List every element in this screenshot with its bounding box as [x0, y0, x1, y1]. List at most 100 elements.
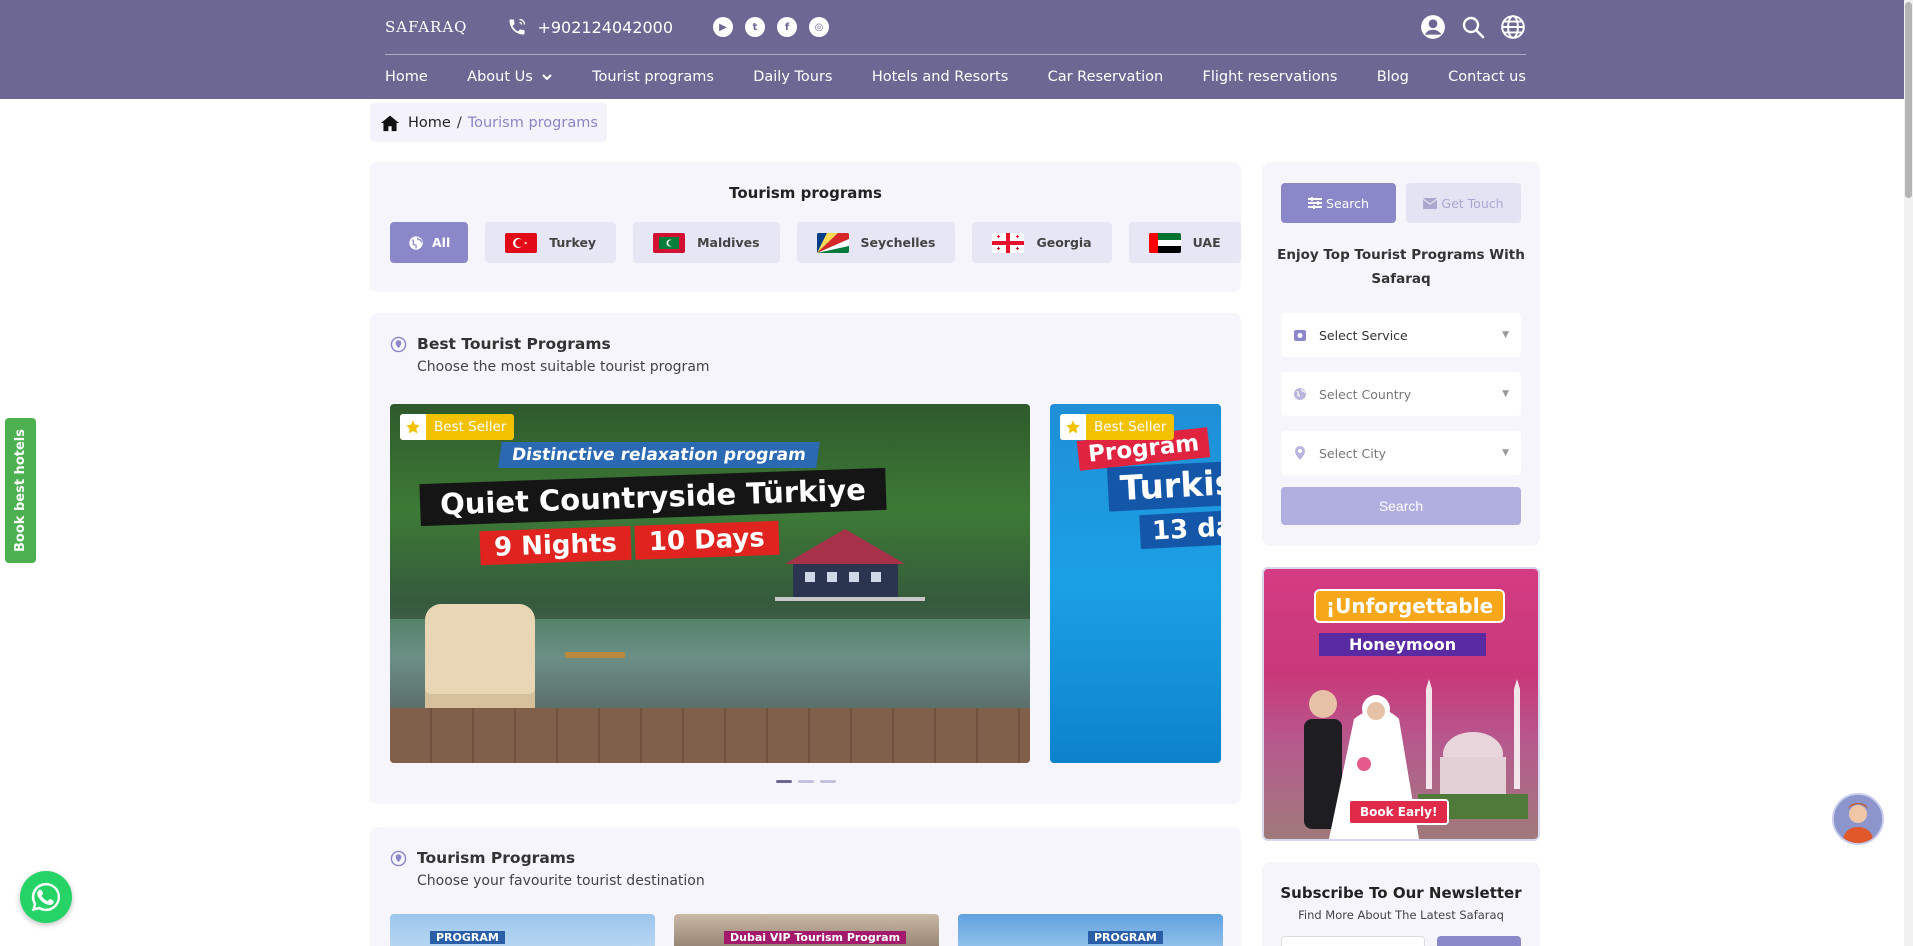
section-subtitle: Choose your favourite tourist destinatio…	[417, 873, 705, 889]
tab-label: Get Touch	[1441, 195, 1504, 211]
card-days: 10 Days	[634, 520, 780, 560]
thumb-label: PROGRAM	[430, 931, 505, 944]
filter-tab-label: Georgia	[1036, 235, 1092, 250]
card-ribbon-title: Quiet Countryside Türkiye	[419, 467, 887, 527]
whatsapp-button[interactable]	[20, 871, 72, 923]
youtube-icon[interactable]: ▶	[713, 17, 734, 37]
filter-tab-label: All	[432, 235, 451, 250]
nav-car-reservation[interactable]: Car Reservation	[1048, 69, 1164, 85]
caret-down-icon: ▼	[1502, 330, 1509, 340]
filter-tab-turkey[interactable]: Turkey	[485, 222, 617, 263]
nav-label: Blog	[1376, 68, 1409, 85]
select-service-dropdown[interactable]: Select Service ▼	[1281, 313, 1521, 357]
page-scrollbar[interactable]	[1904, 0, 1913, 946]
side-tab-label: Book best hotels	[13, 429, 28, 552]
nav-about-us[interactable]: About Us	[467, 69, 553, 85]
turkey-flag-icon	[505, 232, 538, 253]
star-icon	[400, 414, 426, 440]
newsletter-email-input[interactable]	[1281, 936, 1425, 946]
nav-tourist-programs[interactable]: Tourist programs	[592, 69, 714, 85]
nav-home[interactable]: Home	[385, 69, 428, 85]
newsletter-submit-button[interactable]	[1437, 936, 1521, 946]
honeymoon-promo-banner[interactable]: ¡Unforgettable Honeymoon Book Early!	[1262, 567, 1540, 841]
destination-card[interactable]: PROGRAM	[390, 914, 655, 946]
phone-link[interactable]: +902124042000	[507, 17, 673, 37]
mosque-image	[1418, 679, 1528, 819]
filter-tab-georgia[interactable]: Georgia	[972, 222, 1112, 263]
select-label: Select City	[1319, 445, 1387, 461]
destination-card[interactable]: Dubai VIP Tourism Program	[674, 914, 939, 946]
nav-label: Hotels and Resorts	[871, 68, 1009, 85]
scrollbar-thumb[interactable]	[1905, 2, 1912, 198]
envelope-icon	[1423, 197, 1438, 209]
nav-label: Contact us	[1448, 68, 1526, 85]
facebook-icon[interactable]: f	[777, 17, 798, 37]
tab-label: Search	[1326, 195, 1369, 211]
nav-contact-us[interactable]: Contact us	[1448, 69, 1526, 85]
select-label: Select Country	[1319, 386, 1412, 402]
carousel-pagination	[370, 780, 1241, 783]
filter-tab-label: Turkey	[549, 235, 597, 250]
home-icon	[381, 115, 399, 131]
nav-hotels[interactable]: Hotels and Resorts	[872, 69, 1008, 85]
section-title: Tourism Programs	[390, 849, 705, 867]
twitter-icon[interactable]: t	[745, 17, 766, 37]
select-country-dropdown[interactable]: Select Country ▼	[1281, 372, 1521, 416]
filter-tab-uae[interactable]: UAE	[1128, 222, 1241, 263]
card-ribbon-days: 13 day	[1139, 508, 1221, 550]
breadcrumb-separator: /	[456, 114, 462, 131]
filter-tab-all[interactable]: All	[390, 222, 469, 263]
armchair-image	[425, 604, 535, 714]
instagram-icon[interactable]: ◎	[809, 17, 830, 37]
chevron-down-icon	[542, 73, 552, 80]
tab-get-touch[interactable]: Get Touch	[1406, 183, 1521, 223]
tourism-programs-section: Tourism Programs Choose your favourite t…	[370, 827, 1241, 946]
form-title-line: Safaraq	[1371, 271, 1431, 287]
nav-flight-reservations[interactable]: Flight reservations	[1203, 69, 1338, 85]
destination-card[interactable]: PROGRAM	[958, 914, 1223, 946]
star-icon	[1060, 414, 1086, 440]
breadcrumb-home[interactable]: Home	[408, 115, 451, 131]
filter-tab-label: UAE	[1192, 235, 1221, 250]
nav-daily-tours[interactable]: Daily Tours	[753, 69, 832, 85]
section-title-text: Tourism Programs	[417, 849, 576, 867]
select-city-dropdown[interactable]: Select City ▼	[1281, 431, 1521, 475]
thumb-label: Dubai VIP Tourism Program	[724, 931, 907, 944]
carousel-dot[interactable]	[797, 780, 814, 783]
filter-tab-label: Seychelles	[860, 235, 936, 250]
chat-assistant-avatar[interactable]	[1832, 793, 1884, 845]
badge-label: Best Seller	[434, 419, 507, 435]
seychelles-flag-icon	[816, 232, 849, 253]
destination-thumbnails: PROGRAM Dubai VIP Tourism Program PROGRA…	[390, 914, 1223, 946]
search-button[interactable]: Search	[1281, 487, 1521, 525]
user-icon[interactable]	[1420, 14, 1446, 40]
caret-down-icon: ▼	[1502, 389, 1509, 399]
globe-icon[interactable]	[1500, 14, 1526, 40]
filter-tab-label: Maldives	[697, 235, 760, 250]
thumb-label: PROGRAM	[1088, 931, 1163, 944]
book-early-button[interactable]: Book Early!	[1348, 799, 1450, 825]
filter-tabs: All Turkey Maldives Seychelles Georgia U…	[390, 222, 1241, 263]
promo-subheadline: Honeymoon	[1319, 633, 1487, 656]
sliders-icon	[1308, 197, 1323, 209]
side-table-image	[565, 652, 625, 712]
site-logo[interactable]: SAFARAQ	[385, 18, 467, 36]
nav-label: Car Reservation	[1047, 68, 1164, 85]
search-icon[interactable]	[1460, 14, 1486, 40]
nav-blog[interactable]: Blog	[1377, 69, 1409, 85]
tab-search[interactable]: Search	[1281, 183, 1396, 223]
card-ribbon-title: Turkis	[1106, 460, 1221, 512]
book-hotels-side-tab[interactable]: Book best hotels	[5, 418, 36, 563]
program-card-countryside[interactable]: Distinctive relaxation program Quiet Cou…	[390, 404, 1030, 763]
best-programs-section: Best Tourist Programs Choose the most su…	[370, 313, 1241, 804]
nav-label: Daily Tours	[753, 68, 833, 85]
house-image	[775, 529, 925, 601]
form-title: Enjoy Top Tourist Programs With Safaraq	[1262, 243, 1540, 291]
carousel-dot[interactable]	[775, 780, 792, 783]
breadcrumb-current: Tourism programs	[467, 114, 598, 131]
program-card-turkish[interactable]: Program Turkis 13 day Best Seller	[1050, 404, 1221, 763]
filter-tab-maldives[interactable]: Maldives	[633, 222, 780, 263]
carousel-dot[interactable]	[819, 780, 836, 783]
nav-label: Tourist programs	[592, 68, 714, 85]
filter-tab-seychelles[interactable]: Seychelles	[796, 222, 956, 263]
